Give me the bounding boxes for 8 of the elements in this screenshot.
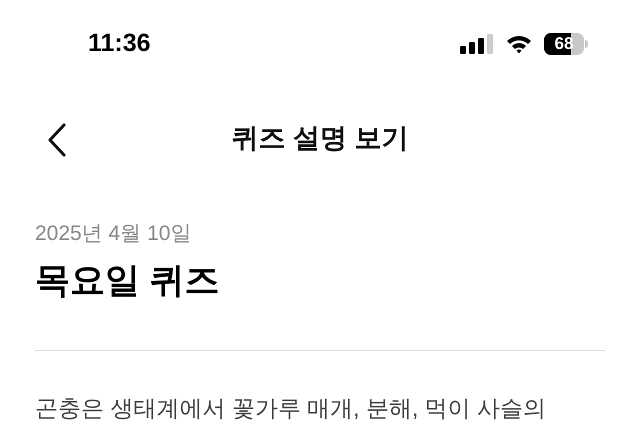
quiz-title: 목요일 퀴즈 — [35, 260, 221, 302]
quiz-description: 곤충은 생태계에서 꽃가루 매개, 분해, 먹이 사슬의 — [35, 394, 548, 423]
quiz-date: 2025년 4월 10일 — [35, 221, 192, 247]
status-time: 11:36 — [88, 28, 151, 60]
wifi-icon — [506, 34, 532, 54]
back-chevron-icon — [47, 123, 67, 157]
page-title: 퀴즈 설명 보기 — [231, 122, 408, 155]
signal-icon — [460, 34, 494, 54]
